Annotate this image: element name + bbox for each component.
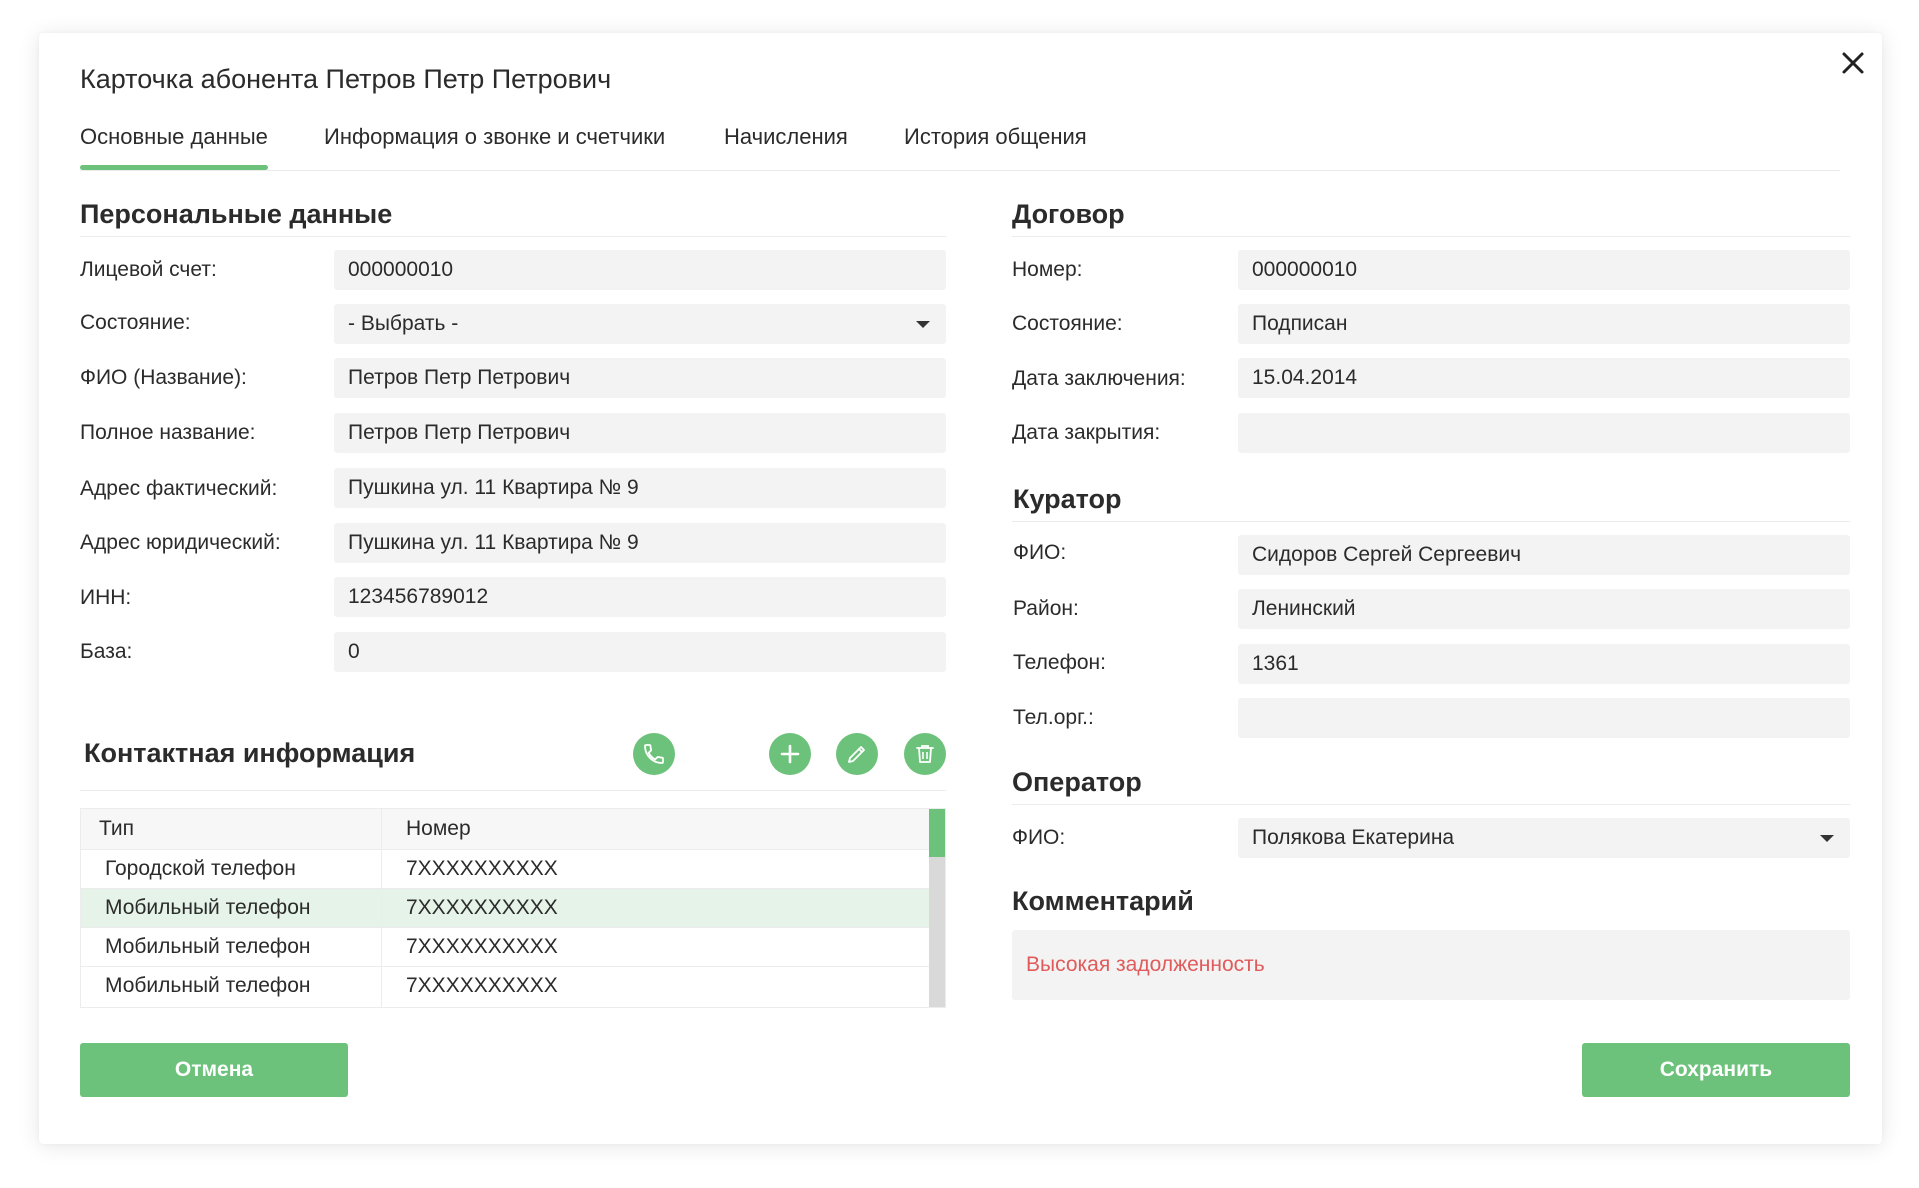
close-date-field[interactable] <box>1238 413 1850 453</box>
scrollbar-thumb[interactable] <box>929 809 945 857</box>
cancel-button[interactable]: Отмена <box>80 1043 348 1097</box>
phone-icon <box>644 744 664 764</box>
district-label: Район: <box>1013 597 1079 620</box>
table-row[interactable]: Мобильный телефон 7XXXXXXXXXX <box>81 966 929 1005</box>
contact-info-heading: Контактная информация <box>84 738 416 768</box>
divider <box>80 236 946 237</box>
table-scrollbar[interactable] <box>929 809 945 1007</box>
inn-label: ИНН: <box>80 586 132 609</box>
legal-address-label: Адрес юридический: <box>80 531 281 554</box>
close-date-label: Дата закрытия: <box>1012 421 1161 444</box>
fullname-label: ФИО (Название): <box>80 366 247 389</box>
operator-heading: Оператор <box>1012 767 1142 797</box>
operator-select[interactable]: Полякова Екатерина <box>1238 818 1850 858</box>
tab-main-data[interactable]: Основные данные <box>80 124 268 170</box>
contract-heading: Договор <box>1012 199 1125 229</box>
curator-phone-field[interactable]: 1361 <box>1238 644 1850 684</box>
contract-status-field[interactable]: Подписан <box>1238 304 1850 344</box>
full-title-label: Полное название: <box>80 421 256 444</box>
edit-contact-button[interactable] <box>836 733 878 775</box>
actual-address-field[interactable]: Пушкина ул. 11 Квартира № 9 <box>334 468 946 508</box>
district-field[interactable]: Ленинский <box>1238 589 1850 629</box>
column-divider <box>381 809 382 1007</box>
tab-charges[interactable]: Начисления <box>724 124 848 170</box>
account-label: Лицевой счет: <box>80 258 217 281</box>
plus-icon <box>780 744 800 764</box>
legal-address-field[interactable]: Пушкина ул. 11 Квартира № 9 <box>334 523 946 563</box>
divider <box>1012 236 1850 237</box>
add-contact-button[interactable] <box>769 733 811 775</box>
contact-number: 7XXXXXXXXXX <box>406 974 558 997</box>
divider <box>1012 521 1850 522</box>
operator-name-label: ФИО: <box>1012 826 1066 849</box>
base-field[interactable]: 0 <box>334 632 946 672</box>
contact-type: Мобильный телефон <box>105 935 311 958</box>
fullname-field[interactable]: Петров Петр Петрович <box>334 358 946 398</box>
call-button[interactable] <box>633 733 675 775</box>
personal-data-heading: Персональные данные <box>80 199 393 229</box>
contacts-table: Тип Номер Городской телефон 7XXXXXXXXXX … <box>80 808 946 1008</box>
table-header: Тип Номер <box>81 809 929 849</box>
org-phone-label: Тел.орг.: <box>1013 706 1094 729</box>
base-label: База: <box>80 640 133 663</box>
close-button[interactable] <box>1838 48 1868 78</box>
contact-number: 7XXXXXXXXXX <box>406 896 558 919</box>
curator-phone-label: Телефон: <box>1013 651 1106 674</box>
contact-type: Городской телефон <box>105 857 296 880</box>
contact-type: Мобильный телефон <box>105 896 311 919</box>
comment-heading: Комментарий <box>1012 886 1194 916</box>
tab-bar: Основные данные Информация о звонке и сч… <box>80 118 1840 171</box>
contact-number: 7XXXXXXXXXX <box>406 935 558 958</box>
account-field[interactable]: 000000010 <box>334 250 946 290</box>
curator-name-label: ФИО: <box>1013 541 1067 564</box>
divider <box>1012 804 1850 805</box>
tab-history[interactable]: История общения <box>904 124 1087 170</box>
divider <box>80 790 946 791</box>
contract-number-field[interactable]: 000000010 <box>1238 250 1850 290</box>
contact-type: Мобильный телефон <box>105 974 311 997</box>
pencil-icon <box>848 746 865 763</box>
delete-contact-button[interactable] <box>904 733 946 775</box>
contract-date-label: Дата заключения: <box>1012 367 1186 390</box>
status-select[interactable]: - Выбрать - <box>334 304 946 344</box>
curator-name-field[interactable]: Сидоров Сергей Сергеевич <box>1238 535 1850 575</box>
status-label: Состояние: <box>80 311 191 334</box>
trash-icon <box>916 745 934 763</box>
contract-status-label: Состояние: <box>1012 312 1123 335</box>
table-row[interactable]: Мобильный телефон 7XXXXXXXXXX <box>81 927 929 966</box>
dialog-title: Карточка абонента Петров Петр Петрович <box>80 64 612 94</box>
inn-field[interactable]: 123456789012 <box>334 577 946 617</box>
full-title-field[interactable]: Петров Петр Петрович <box>334 413 946 453</box>
curator-heading: Куратор <box>1013 484 1122 514</box>
contact-number: 7XXXXXXXXXX <box>406 857 558 880</box>
column-header-type[interactable]: Тип <box>99 809 134 849</box>
table-row[interactable]: Мобильный телефон 7XXXXXXXXXX <box>81 888 929 927</box>
contract-date-field[interactable]: 15.04.2014 <box>1238 358 1850 398</box>
column-header-number[interactable]: Номер <box>406 809 471 849</box>
org-phone-field[interactable] <box>1238 698 1850 738</box>
actual-address-label: Адрес фактический: <box>80 477 278 500</box>
close-icon <box>1842 52 1864 74</box>
tab-call-info[interactable]: Информация о звонке и счетчики <box>324 124 665 170</box>
contract-number-label: Номер: <box>1012 258 1083 281</box>
comment-field[interactable]: Высокая задолженность <box>1012 930 1850 1000</box>
table-row[interactable]: Городской телефон 7XXXXXXXXXX <box>81 849 929 888</box>
save-button[interactable]: Сохранить <box>1582 1043 1850 1097</box>
